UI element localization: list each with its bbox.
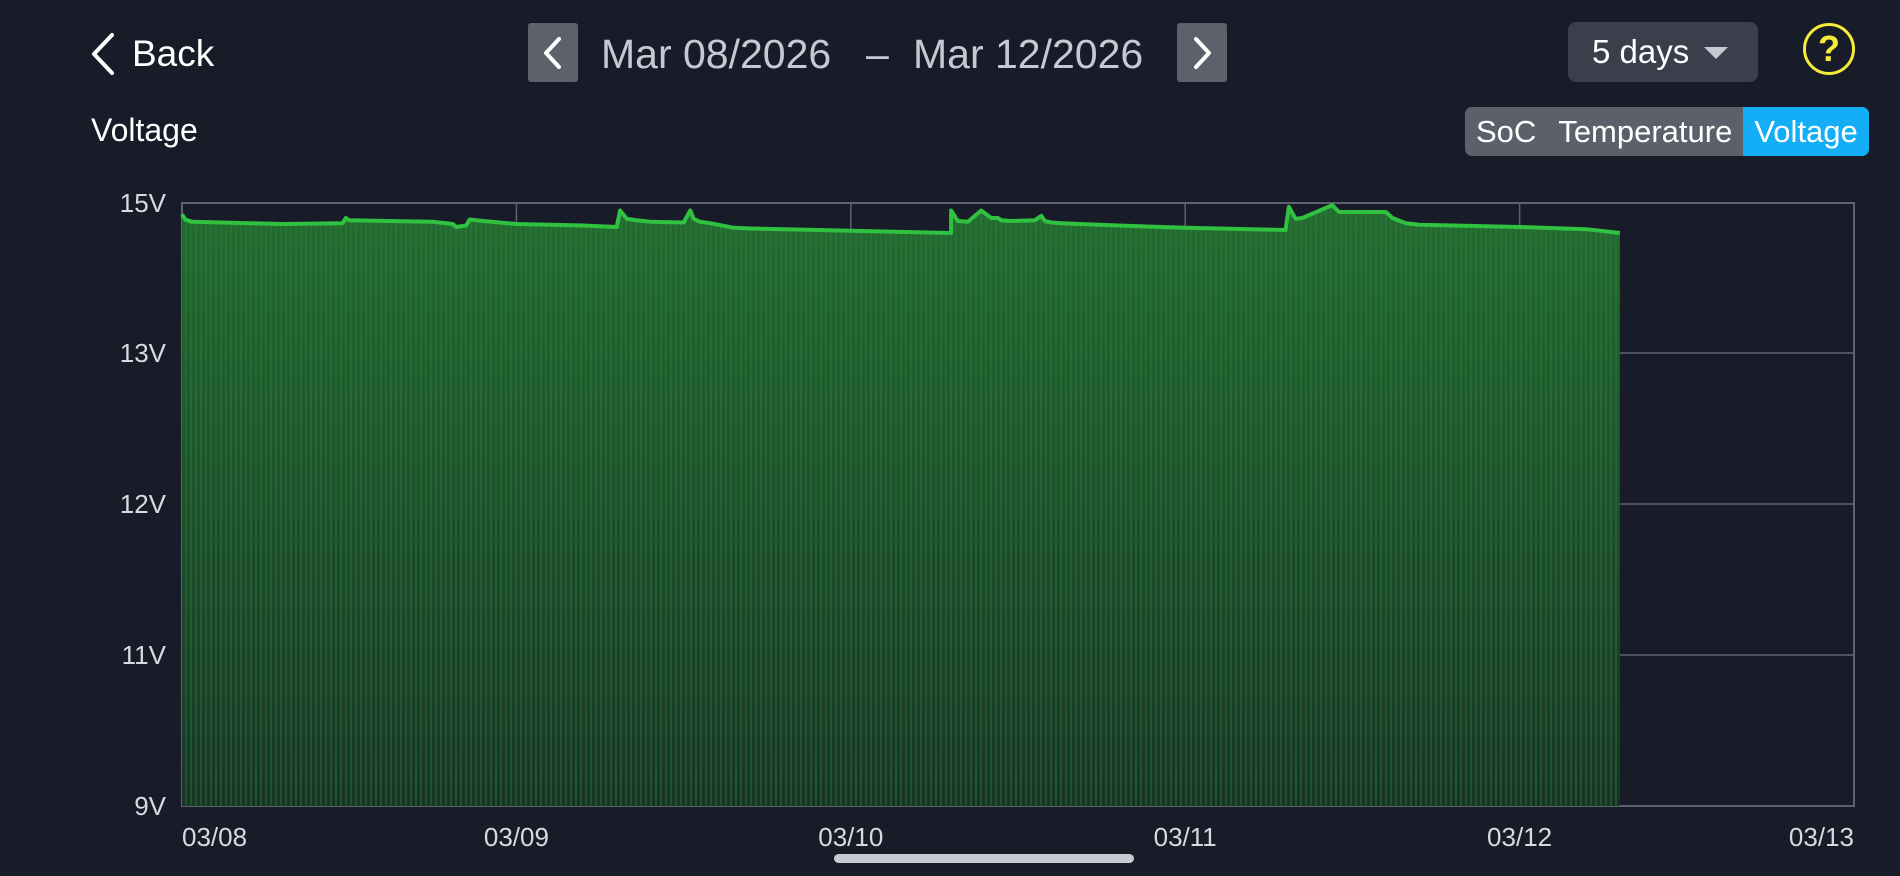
x-tick-label-5: 03/13	[1789, 822, 1854, 852]
x-tick-label-0: 03/08	[182, 822, 247, 852]
x-tick-label-1: 03/09	[484, 822, 549, 852]
y-axis-ticks: 15V 13V 12V 11V 9V	[120, 188, 167, 821]
y-tick-label-1: 13V	[120, 338, 167, 368]
x-tick-label-2: 03/10	[818, 822, 883, 852]
x-tick-label-4: 03/12	[1487, 822, 1552, 852]
y-tick-label-0: 15V	[120, 188, 167, 218]
y-tick-label-2: 12V	[120, 489, 167, 519]
chart-area-fill	[182, 205, 1620, 806]
horizontal-scrollbar[interactable]	[834, 854, 1134, 863]
voltage-chart: 15V 13V 12V 11V 9V 03/08 03/09 03/10 03/11 03/12…	[120, 188, 1855, 852]
area-texture	[182, 205, 1620, 806]
x-tick-label-3: 03/11	[1154, 822, 1217, 852]
y-tick-label-3: 11V	[122, 640, 167, 670]
y-tick-label-4: 9V	[134, 791, 166, 821]
x-axis-ticks: 03/08 03/09 03/10 03/11 03/12 03/13	[182, 822, 1854, 852]
